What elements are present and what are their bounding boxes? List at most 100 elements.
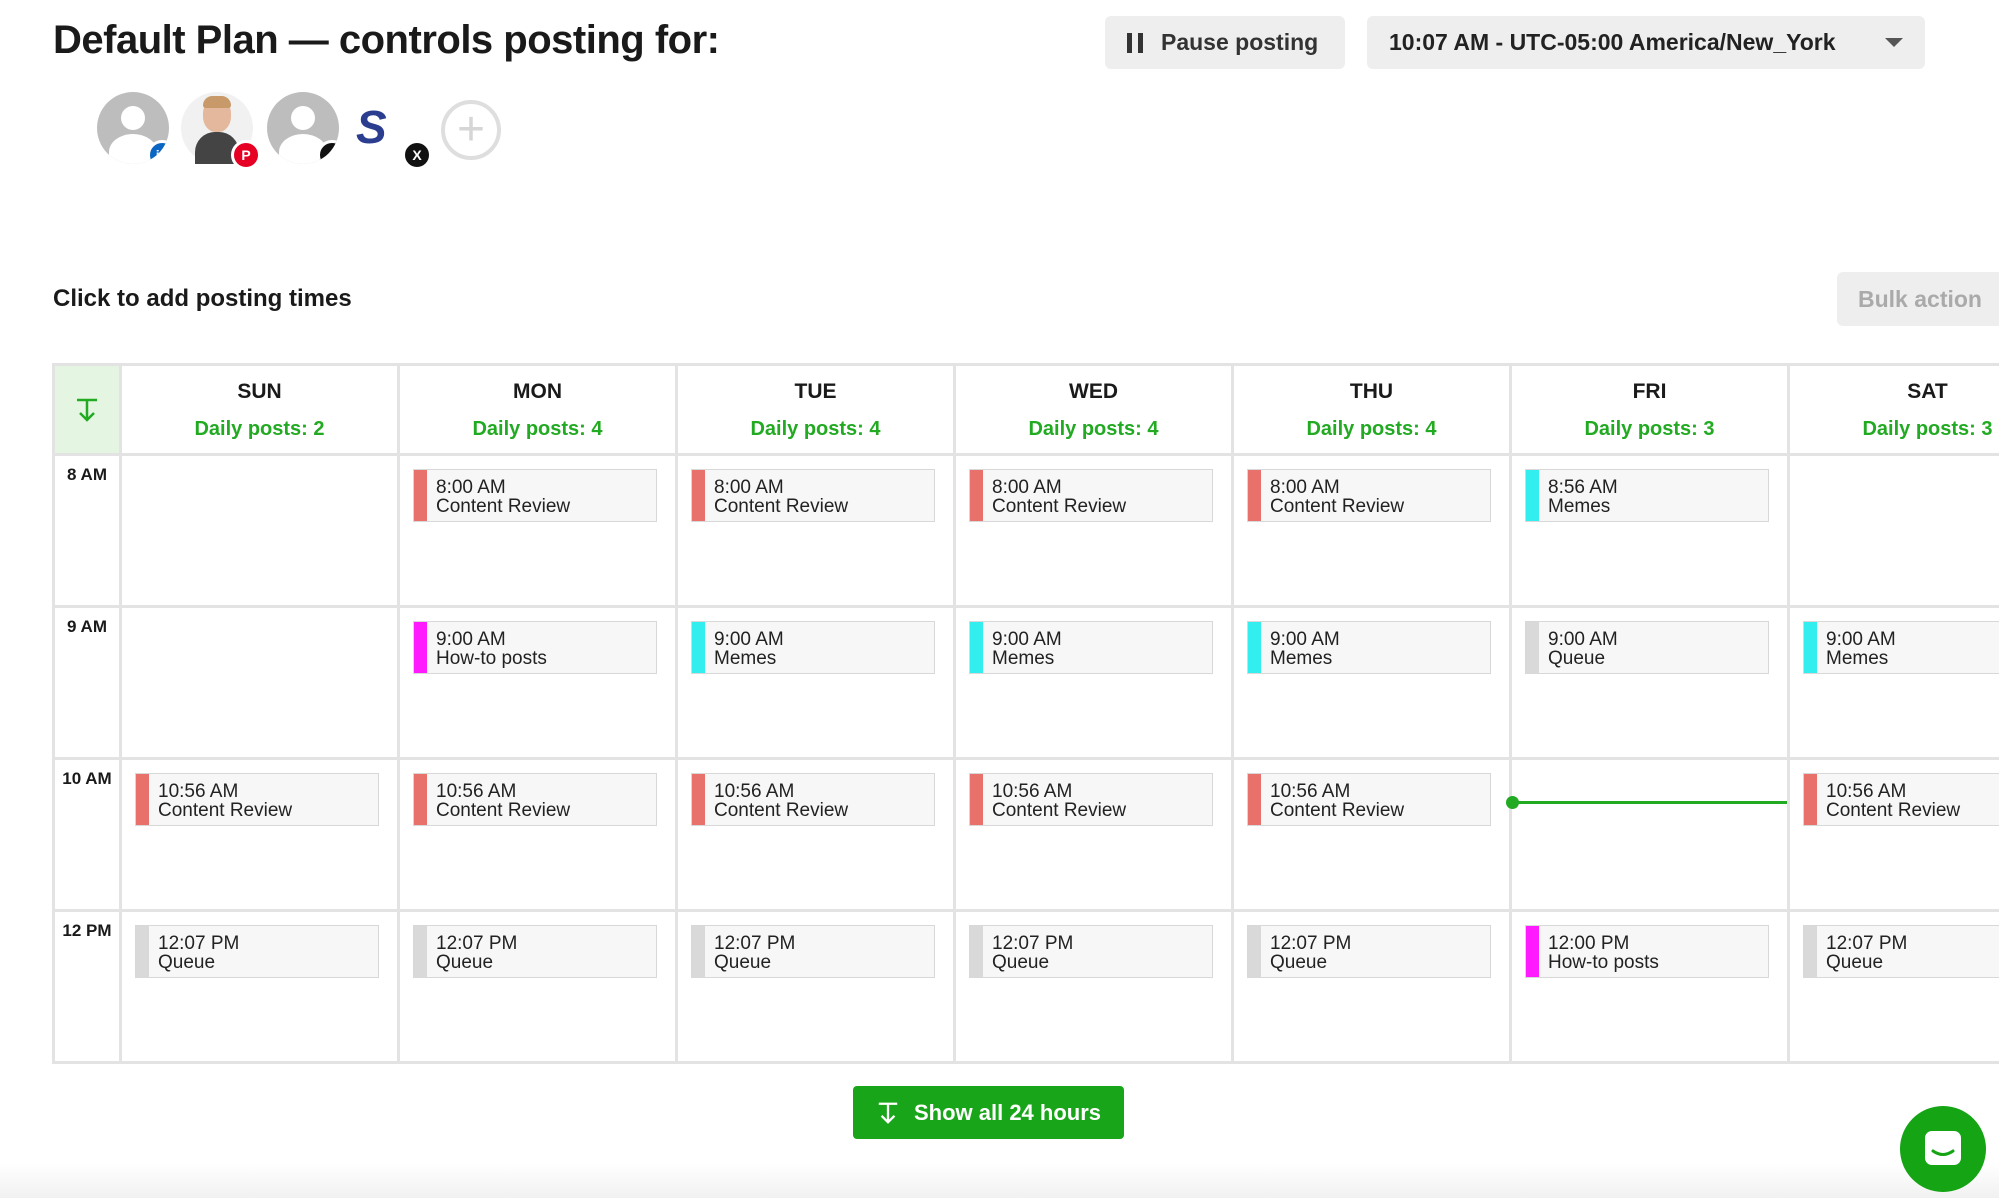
slot-time: 8:00 AM [1270, 477, 1340, 498]
daily-posts-count: Daily posts: 4 [750, 418, 881, 440]
slot-time: 8:56 AM [1548, 477, 1618, 498]
pause-posting-button[interactable]: Pause posting [1105, 16, 1345, 69]
posting-time-slot[interactable]: 12:07 PM Queue [969, 925, 1213, 978]
slot-time: 10:56 AM [1270, 781, 1351, 802]
posting-schedule-grid: 8 AM 9 AM 10 AM 12 PM SUN Daily posts: 2 10:56… [52, 363, 1999, 1064]
day-name: THU [1349, 380, 1394, 403]
slot-time: 12:07 PM [1270, 933, 1352, 954]
posting-time-slot[interactable]: 8:00 AM Content Review [969, 469, 1213, 522]
posting-time-slot[interactable]: 10:56 AM Content Review [135, 773, 379, 826]
day-header-sun: SUN Daily posts: 2 [122, 366, 397, 453]
category-color-bar [1526, 926, 1539, 977]
slot-time: 12:07 PM [992, 933, 1074, 954]
posting-time-slot[interactable]: 10:56 AM Content Review [1803, 773, 1999, 826]
slot-category: Memes [992, 648, 1055, 669]
collapse-toggle[interactable] [55, 366, 119, 453]
category-color-bar [1526, 470, 1539, 521]
slot-category: Queue [436, 952, 494, 973]
x-icon: X [402, 140, 432, 170]
category-color-bar [692, 470, 705, 521]
slot-time: 8:00 AM [992, 477, 1062, 498]
slot-time: 10:56 AM [436, 781, 517, 802]
bulk-action-button[interactable]: Bulk action [1837, 272, 1999, 326]
posting-time-slot[interactable]: 9:00 AM Memes [969, 621, 1213, 674]
slot-time: 10:56 AM [714, 781, 795, 802]
posting-time-slot[interactable]: 10:56 AM Content Review [969, 773, 1213, 826]
posting-time-slot[interactable]: 12:07 PM Queue [1803, 925, 1999, 978]
posting-time-slot[interactable]: 8:00 AM Content Review [1247, 469, 1491, 522]
posting-time-slot[interactable]: 9:00 AM Memes [1247, 621, 1491, 674]
account-avatar-linkedin[interactable]: in [97, 92, 169, 164]
linkedin-icon: in [147, 140, 169, 164]
slot-category: Queue [714, 952, 772, 973]
daily-posts-count: Daily posts: 4 [1028, 418, 1159, 440]
hour-label: 9 AM [67, 617, 107, 636]
column-divider [675, 366, 678, 1061]
slot-time: 12:07 PM [158, 933, 240, 954]
slot-category: Content Review [436, 800, 571, 821]
day-name: MON [513, 380, 562, 403]
pinterest-icon: P [231, 140, 261, 170]
pause-icon [1127, 32, 1143, 53]
category-color-bar [970, 926, 983, 977]
slot-category: Memes [1270, 648, 1333, 669]
slot-time: 12:07 PM [1826, 933, 1908, 954]
posting-time-slot[interactable]: 9:00 AM How-to posts [413, 621, 657, 674]
timezone-select[interactable]: 10:07 AM - UTC-05:00 America/New_York [1367, 16, 1925, 69]
account-avatar-tiktok[interactable]: ♪ [267, 92, 339, 164]
posting-time-slot[interactable]: 12:07 PM Queue [1247, 925, 1491, 978]
category-color-bar [414, 774, 427, 825]
column-divider [1787, 366, 1790, 1061]
posting-time-slot[interactable]: 8:00 AM Content Review [691, 469, 935, 522]
slot-time: 9:00 AM [1270, 629, 1340, 650]
slot-category: Content Review [158, 800, 293, 821]
day-header-wed: WED Daily posts: 4 [956, 366, 1231, 453]
category-color-bar [692, 622, 705, 673]
daily-posts-count: Daily posts: 2 [194, 418, 325, 440]
show-all-hours-button[interactable]: Show all 24 hours [853, 1086, 1124, 1139]
day-name: SUN [237, 380, 282, 403]
category-color-bar [1804, 926, 1817, 977]
account-avatar-pinterest[interactable]: P [181, 92, 261, 170]
day-header-fri: FRI Daily posts: 3 [1512, 366, 1787, 453]
row-divider [55, 605, 1999, 608]
category-color-bar [136, 774, 149, 825]
posting-time-slot[interactable]: 10:56 AM Content Review [691, 773, 935, 826]
category-color-bar [1248, 774, 1261, 825]
posting-time-slot[interactable]: 12:07 PM Queue [691, 925, 935, 978]
category-color-bar [1804, 622, 1817, 673]
day-header-sat: SAT Daily posts: 3 [1790, 366, 1999, 453]
chat-support-button[interactable] [1900, 1106, 1986, 1192]
slot-time: 9:00 AM [1548, 629, 1618, 650]
posting-time-slot[interactable]: 9:00 AM Memes [1803, 621, 1999, 674]
slot-time: 9:00 AM [1826, 629, 1896, 650]
posting-time-slot[interactable]: 9:00 AM Memes [691, 621, 935, 674]
category-color-bar [970, 622, 983, 673]
slot-category: Queue [992, 952, 1050, 973]
arrow-down-to-line-icon [77, 398, 97, 422]
category-color-bar [1526, 622, 1539, 673]
day-name: WED [1069, 380, 1118, 403]
slot-category: Content Review [714, 496, 849, 517]
chevron-down-icon [1885, 38, 1903, 47]
category-color-bar [1804, 774, 1817, 825]
posting-time-slot[interactable]: 8:00 AM Content Review [413, 469, 657, 522]
chat-icon [1925, 1131, 1961, 1165]
add-account-button[interactable]: + [441, 100, 501, 160]
slot-time: 9:00 AM [714, 629, 784, 650]
posting-time-slot[interactable]: 9:00 AM Queue [1525, 621, 1769, 674]
day-name: FRI [1632, 380, 1667, 403]
section-subtitle: Click to add posting times [53, 285, 352, 312]
column-divider [397, 366, 400, 1061]
account-avatar-x[interactable]: SX [352, 92, 432, 170]
daily-posts-count: Daily posts: 3 [1862, 418, 1993, 440]
posting-time-slot[interactable]: 12:07 PM Queue [135, 925, 379, 978]
column-divider [119, 366, 122, 1061]
posting-time-slot[interactable]: 12:07 PM Queue [413, 925, 657, 978]
category-color-bar [414, 926, 427, 977]
posting-time-slot[interactable]: 12:00 PM How-to posts [1525, 925, 1769, 978]
posting-time-slot[interactable]: 10:56 AM Content Review [1247, 773, 1491, 826]
posting-time-slot[interactable]: 8:56 AM Memes [1525, 469, 1769, 522]
posting-time-slot[interactable]: 10:56 AM Content Review [413, 773, 657, 826]
day-header-thu: THU Daily posts: 4 [1234, 366, 1509, 453]
